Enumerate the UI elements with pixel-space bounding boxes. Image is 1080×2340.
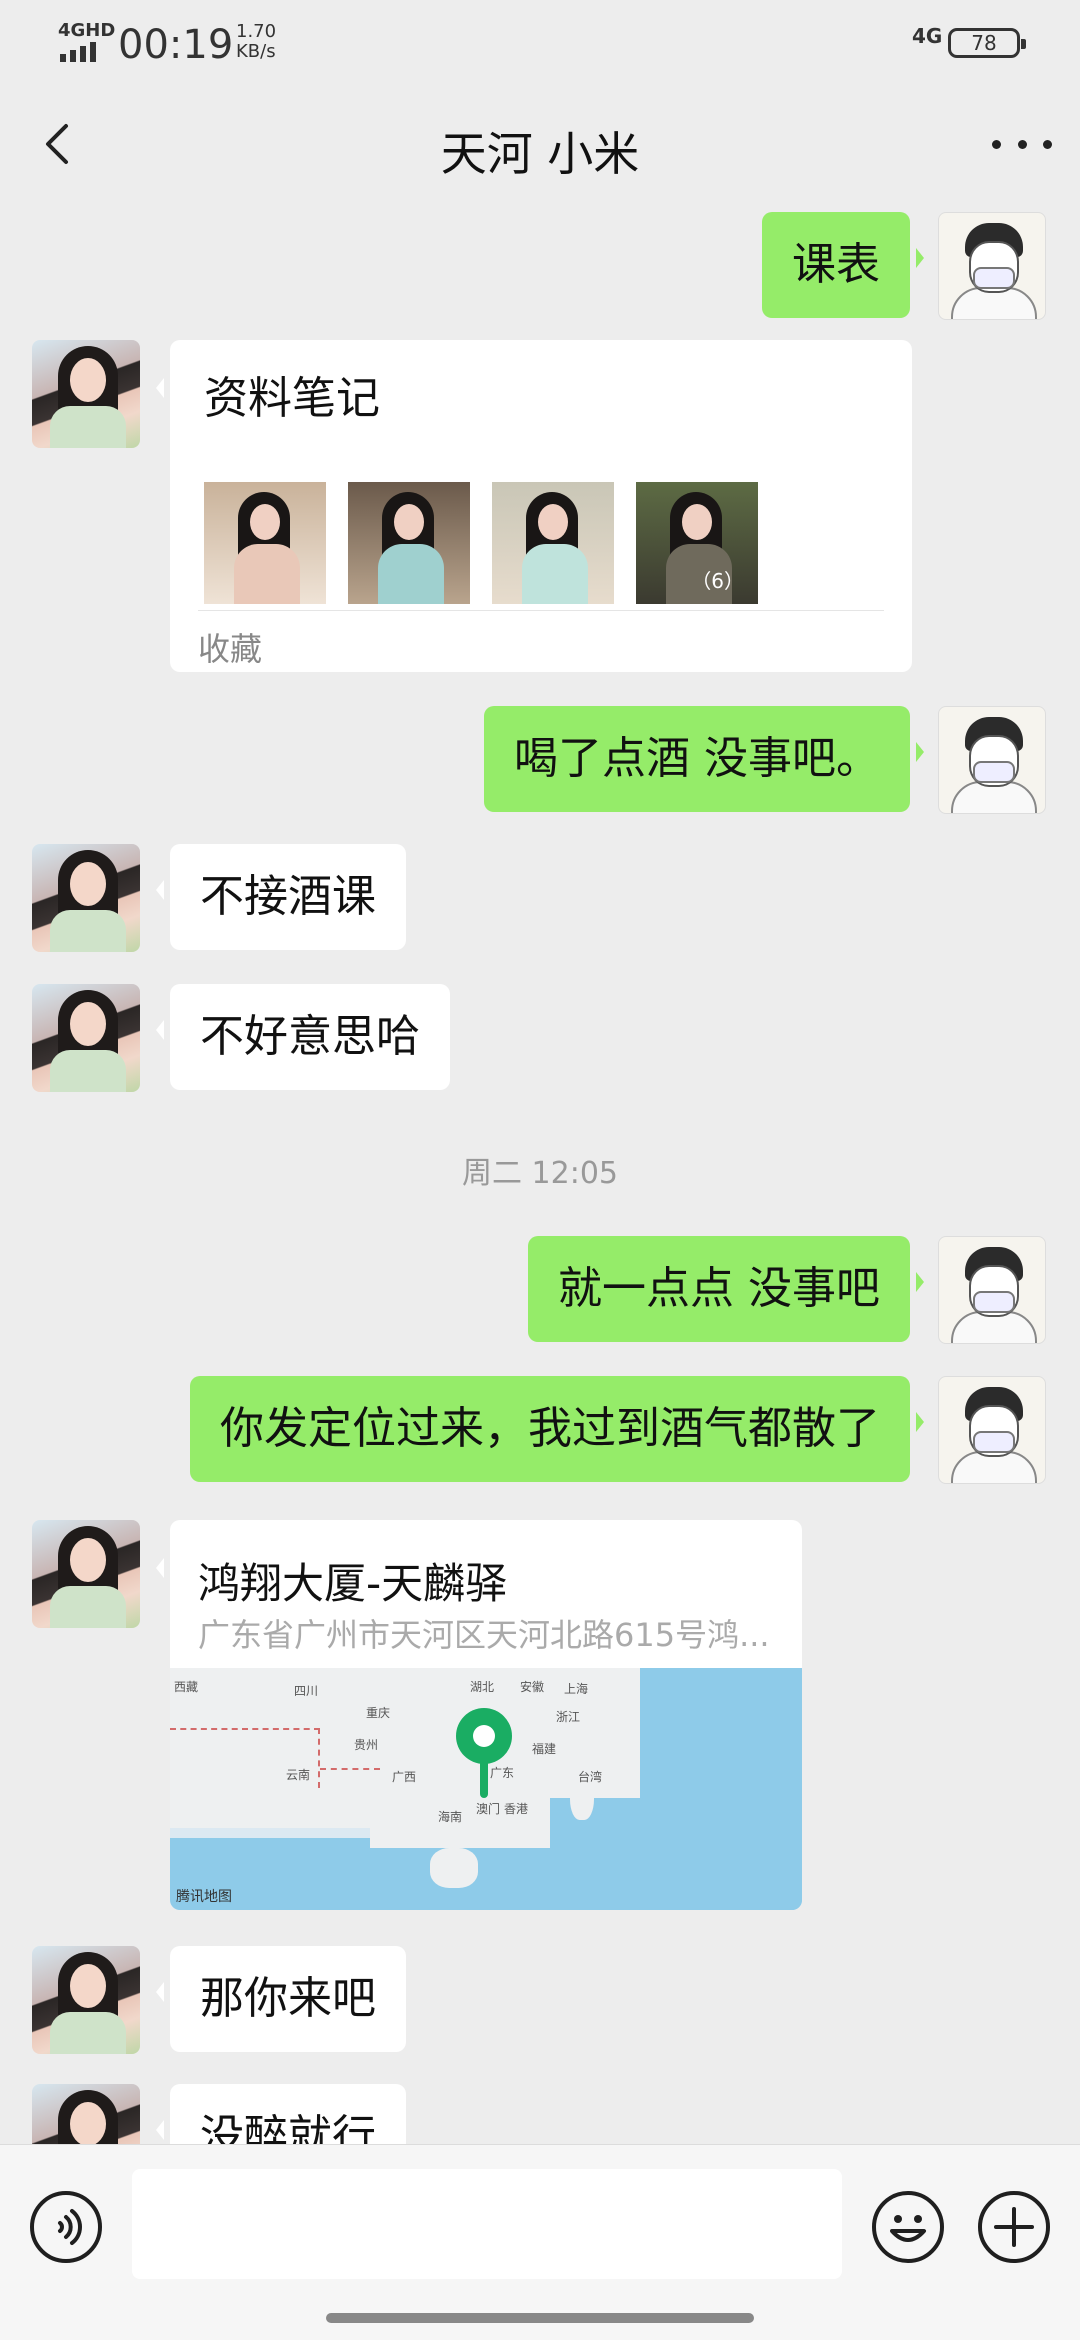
contact-avatar[interactable] <box>32 984 140 1092</box>
message-bubble-in[interactable]: 不好意思哈 <box>156 984 450 1090</box>
time-separator: 周二 12:05 <box>462 1156 618 1191</box>
plus-icon <box>994 2207 1034 2247</box>
map-label: 福建 <box>532 1742 557 1756</box>
message-bubble-in[interactable]: 那你来吧 <box>156 1946 406 2052</box>
map-label: 四川 <box>294 1684 319 1698</box>
contact-avatar[interactable] <box>32 1946 140 2054</box>
emoji-icon <box>890 2215 926 2242</box>
message-bubble-out[interactable]: 喝了点酒 没事吧。 <box>484 706 924 812</box>
notes-source: 收藏 <box>198 630 263 668</box>
map-label: 重庆 <box>366 1706 391 1720</box>
status-bar: 4GHD 00:19 1.70 KB/s 4G 78 <box>0 0 1080 84</box>
note-image: （6） <box>636 482 758 604</box>
map-label: 香港 <box>504 1802 529 1816</box>
my-avatar[interactable] <box>938 1236 1046 1344</box>
battery-icon: 78 <box>948 28 1026 58</box>
network-type: 4GHD <box>58 20 116 41</box>
map-label: 海南 <box>438 1810 463 1824</box>
message-bubble-out[interactable]: 课表 <box>762 212 924 318</box>
contact-avatar[interactable] <box>32 2084 140 2144</box>
note-image <box>348 482 470 604</box>
image-count: （6） <box>691 569 744 593</box>
map-label: 澳门 <box>476 1802 501 1816</box>
speed-unit: KB/s <box>236 41 276 62</box>
note-image <box>204 482 326 604</box>
message-list[interactable]: 课表 资料笔记 （6） 收藏 喝了点酒 没事吧。 不接酒课 不好意思哈 周二 1… <box>0 204 1080 2144</box>
network-speed: 1.70 KB/s <box>236 22 276 62</box>
chat-title: 天河 小米 <box>440 127 640 181</box>
input-bar <box>0 2144 1080 2340</box>
home-indicator[interactable] <box>326 2313 754 2323</box>
contact-avatar[interactable] <box>32 1520 140 1628</box>
message-input[interactable] <box>132 2169 842 2279</box>
my-avatar[interactable] <box>938 706 1046 814</box>
message-bubble-in[interactable]: 不接酒课 <box>156 844 406 950</box>
map-label: 安徽 <box>520 1680 545 1694</box>
voice-button[interactable] <box>30 2191 102 2263</box>
plus-button[interactable] <box>978 2191 1050 2263</box>
map-label: 广西 <box>392 1770 417 1784</box>
notes-title: 资料笔记 <box>204 373 380 424</box>
speed-value: 1.70 <box>236 21 277 42</box>
my-avatar[interactable] <box>938 1376 1046 1484</box>
map-label: 西藏 <box>174 1680 199 1694</box>
divider <box>198 610 884 611</box>
map-label: 浙江 <box>556 1710 581 1724</box>
map-label: 湖北 <box>470 1680 495 1694</box>
location-pin-icon <box>456 1708 512 1798</box>
note-image <box>492 482 614 604</box>
location-address: 广东省广州市天河区天河北路615号鸿... <box>198 1616 770 1654</box>
clock: 00:19 <box>118 22 234 68</box>
map-label: 云南 <box>286 1768 311 1782</box>
more-dot <box>1043 139 1052 149</box>
emoji-button[interactable] <box>872 2191 944 2263</box>
chat-header: 天河 小米 <box>0 84 1080 204</box>
signal-icon <box>60 42 96 62</box>
location-name: 鸿翔大厦-天麟驿 <box>198 1559 508 1608</box>
map-label: 上海 <box>564 1682 589 1696</box>
message-bubble-out[interactable]: 就一点点 没事吧 <box>528 1236 924 1342</box>
map-label: 贵州 <box>354 1738 379 1752</box>
message-bubble-out[interactable]: 你发定位过来，我过到酒气都散了 <box>190 1376 924 1482</box>
message-bubble-in[interactable]: 没醉就行 <box>156 2084 406 2144</box>
location-card[interactable]: 鸿翔大厦-天麟驿 广东省广州市天河区天河北路615号鸿... 西藏 四川 重庆 … <box>156 1520 802 1910</box>
map-label: 台湾 <box>578 1770 603 1784</box>
contact-avatar[interactable] <box>32 844 140 952</box>
notes-card[interactable]: 资料笔记 （6） 收藏 <box>156 340 912 672</box>
map-credit: 腾讯地图 <box>176 1889 232 1905</box>
cell-type: 4G <box>912 24 943 48</box>
contact-avatar[interactable] <box>32 340 140 448</box>
map-preview[interactable]: 西藏 四川 重庆 湖北 安徽 上海 浙江 贵州 云南 广西 福建 广东 台湾 澳… <box>170 1668 802 1910</box>
more-dot <box>1017 139 1027 149</box>
my-avatar[interactable] <box>938 212 1046 320</box>
voice-icon <box>58 2209 82 2245</box>
more-button[interactable] <box>992 124 1052 164</box>
more-dots-icon <box>992 139 1001 149</box>
